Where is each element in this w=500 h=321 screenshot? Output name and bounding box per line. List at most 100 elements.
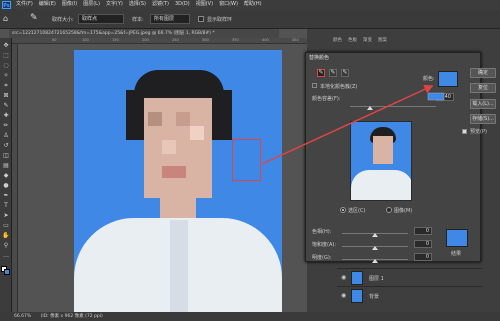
layer-row[interactable]: ◉ 图层 1	[337, 268, 482, 286]
blur-tool-icon[interactable]: ◆	[2, 172, 10, 180]
sample-label: 样本:	[132, 17, 144, 23]
crop-tool-icon[interactable]: ⌗	[2, 82, 10, 90]
brush-tool-icon[interactable]: ✏	[2, 122, 10, 130]
result-color-swatch[interactable]	[446, 229, 468, 247]
lightness-input[interactable]: 0	[414, 253, 432, 261]
document-tab[interactable]: src=1221271082472165258&fm=175&app=25&f=…	[9, 29, 279, 38]
type-tool-icon[interactable]: T	[2, 202, 10, 210]
lightness-slider-thumb[interactable]	[372, 259, 378, 263]
show-ring-checkbox[interactable]	[198, 16, 204, 22]
menu-help[interactable]: 帮助(H)	[243, 0, 263, 9]
tools-panel: ✥ ⬚ ◌ ✧ ⌗ ⊠ ✎ ✚ ✏ ♙ ↺ ◫ ▤ ◆ ● ✒ T ➤ ▭ ✋ …	[0, 38, 12, 312]
ruler-tick: 200	[142, 38, 149, 42]
zoom-tool-icon[interactable]: ⚲	[2, 242, 10, 250]
ruler-tick: 150	[112, 38, 119, 42]
eyedropper-icon[interactable]: ✎	[317, 69, 325, 77]
hand-tool-icon[interactable]: ✋	[2, 232, 10, 240]
image-radio[interactable]	[386, 207, 392, 213]
shirt-placket	[170, 220, 188, 312]
layer-name[interactable]: 图层 1	[369, 275, 384, 282]
sample-size-select[interactable]: 取样点	[78, 14, 124, 24]
background-color-swatch[interactable]	[4, 269, 10, 275]
face-mosaic-block	[162, 166, 186, 178]
ruler-tick: 400	[262, 38, 269, 42]
face-mosaic-block	[162, 140, 176, 154]
path-select-icon[interactable]: ➤	[2, 212, 10, 220]
marquee-tool-icon[interactable]: ⬚	[2, 52, 10, 60]
clone-stamp-icon[interactable]: ♙	[2, 132, 10, 140]
face-mosaic	[373, 136, 393, 164]
document-canvas[interactable]	[18, 44, 307, 312]
ruler-tick: 450	[292, 38, 299, 42]
result-label: 结果	[451, 251, 462, 257]
quick-select-tool-icon[interactable]: ✧	[2, 72, 10, 80]
saturation-label: 饱和度(A):	[312, 242, 337, 248]
pen-tool-icon[interactable]: ✒	[2, 192, 10, 200]
sample-color-swatch[interactable]	[438, 71, 458, 87]
options-bar: ⌂ ✎ 取样大小: 取样点 样本: 所有图层 显示取样环	[0, 9, 500, 29]
saturation-input[interactable]: 0	[414, 240, 432, 248]
localized-checkbox[interactable]	[312, 83, 317, 88]
menu-select[interactable]: 选择(S)	[128, 0, 147, 9]
face-mosaic-block	[190, 126, 204, 140]
sample-size-label: 取样大小:	[52, 17, 74, 23]
layer-row[interactable]: ◉ 背景	[337, 286, 482, 304]
tab-patterns[interactable]: 图案	[378, 36, 387, 45]
fuzziness-input[interactable]: 40	[436, 93, 454, 101]
reset-button[interactable]: 复位	[470, 83, 496, 93]
shirt-region	[351, 170, 411, 200]
menu-view[interactable]: 视图(V)	[195, 0, 214, 9]
selection-radio[interactable]	[340, 207, 346, 213]
fuzziness-slider-thumb[interactable]	[367, 106, 373, 110]
load-button[interactable]: 载入(L)...	[470, 99, 496, 109]
menu-filter[interactable]: 滤镜(T)	[151, 0, 170, 9]
eyedropper-icon[interactable]: ✎	[2, 102, 10, 110]
ok-button[interactable]: 确定	[470, 68, 496, 78]
zoom-level[interactable]: 66.67%	[14, 314, 31, 319]
hue-input[interactable]: 0	[414, 227, 432, 235]
dodge-tool-icon[interactable]: ●	[2, 182, 10, 190]
preview-checkbox[interactable]	[462, 129, 467, 134]
portrait-photo	[74, 50, 282, 312]
lightness-label: 明度(G):	[312, 255, 332, 261]
menu-window[interactable]: 窗口(W)	[218, 0, 239, 9]
menu-3d[interactable]: 3D(D)	[174, 0, 191, 9]
app-logo: Ps	[2, 0, 11, 9]
home-icon[interactable]: ⌂	[3, 14, 8, 23]
move-tool-icon[interactable]: ✥	[2, 42, 10, 50]
shape-tool-icon[interactable]: ▭	[2, 222, 10, 230]
more-tools-icon[interactable]: …	[2, 252, 10, 260]
hair-region	[210, 90, 232, 140]
layer-name[interactable]: 背景	[369, 293, 379, 300]
history-brush-icon[interactable]: ↺	[2, 142, 10, 150]
localized-label: 本地化颜色簇(Z)	[320, 84, 358, 90]
eyedropper-tool-icon[interactable]: ✎	[30, 13, 38, 23]
ruler-tick: 350	[232, 38, 239, 42]
face-mosaic-block	[148, 112, 162, 126]
fuzziness-slider-track[interactable]	[350, 106, 436, 107]
tab-gradients[interactable]: 渐变	[363, 36, 372, 45]
visibility-eye-icon[interactable]: ◉	[341, 292, 346, 299]
subtract-from-sample-icon[interactable]: ✎	[341, 69, 349, 77]
menu-file[interactable]: 文件(F)	[15, 0, 34, 9]
lasso-tool-icon[interactable]: ◌	[2, 62, 10, 70]
menu-type[interactable]: 文字(Y)	[105, 0, 124, 9]
color-label: 颜色:	[423, 76, 435, 82]
frame-tool-icon[interactable]: ⊠	[2, 92, 10, 100]
tab-swatches[interactable]: 色板	[348, 36, 357, 45]
eraser-tool-icon[interactable]: ◫	[2, 152, 10, 160]
menu-edit[interactable]: 编辑(E)	[38, 0, 57, 9]
ruler-tick: 250	[172, 38, 179, 42]
add-to-sample-icon[interactable]: ✎	[329, 69, 337, 77]
sample-select[interactable]: 所有图层	[150, 14, 190, 24]
saturation-slider-thumb[interactable]	[372, 246, 378, 250]
visibility-eye-icon[interactable]: ◉	[341, 274, 346, 281]
menu-layer[interactable]: 图层(L)	[82, 0, 101, 9]
hue-slider-thumb[interactable]	[372, 233, 378, 237]
tab-color[interactable]: 颜色	[333, 36, 342, 45]
menu-image[interactable]: 图像(I)	[61, 0, 78, 9]
gradient-tool-icon[interactable]: ▤	[2, 162, 10, 170]
healing-brush-icon[interactable]: ✚	[2, 112, 10, 120]
save-button[interactable]: 存储(S)...	[470, 114, 496, 124]
ruler-tick: 300	[202, 38, 209, 42]
